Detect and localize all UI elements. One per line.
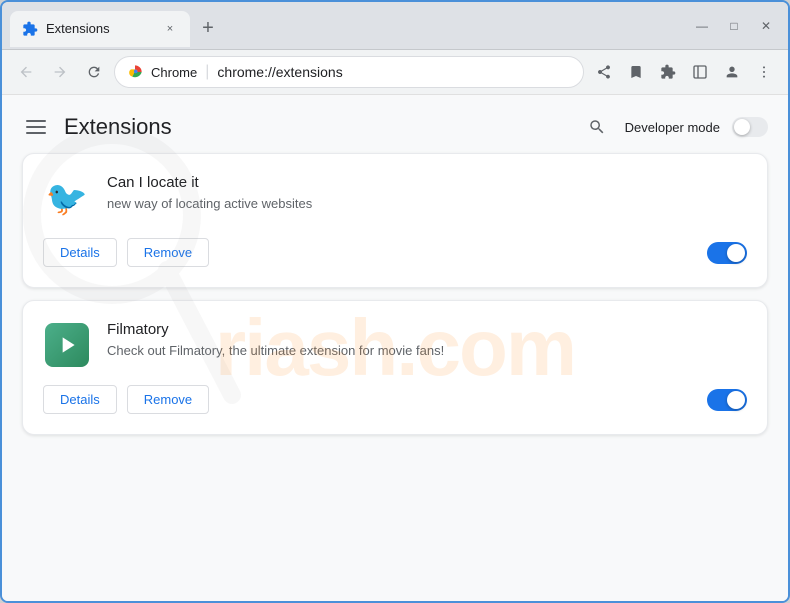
card-top-0: 🐦 Can I locate it new way of locating ac… [43, 174, 747, 222]
extensions-tab-icon [22, 21, 38, 37]
hamburger-line-3 [26, 132, 46, 134]
browser-name: Chrome [151, 65, 197, 80]
developer-mode-label: Developer mode [625, 120, 720, 135]
extensions-tab[interactable]: Extensions × [10, 11, 190, 47]
tab-title: Extensions [46, 21, 154, 36]
ext-toggle-knob-0 [727, 244, 745, 262]
extension-card-0: 🐦 Can I locate it new way of locating ac… [22, 153, 768, 288]
hamburger-line-1 [26, 120, 46, 122]
card-actions-0: Details Remove [43, 238, 209, 267]
minimize-button[interactable]: — [688, 12, 716, 40]
sidebar-button[interactable] [686, 58, 714, 86]
reload-button[interactable] [80, 58, 108, 86]
tab-strip: Extensions × + [10, 11, 688, 47]
ext-desc-1: Check out Filmatory, the ultimate extens… [107, 342, 747, 360]
ext-name-0: Can I locate it [107, 174, 747, 191]
new-tab-button[interactable]: + [194, 15, 222, 43]
header-right: Developer mode [581, 111, 768, 143]
filmatory-icon [45, 323, 89, 367]
chrome-logo-icon [127, 64, 143, 80]
ext-name-1: Filmatory [107, 321, 747, 338]
toolbar-icons [590, 58, 778, 86]
extensions-list: 🐦 Can I locate it new way of locating ac… [2, 153, 788, 455]
address-divider: | [205, 63, 209, 81]
toggle-knob [734, 119, 750, 135]
forward-button[interactable] [46, 58, 74, 86]
ext-toggle-1[interactable] [707, 389, 747, 411]
address-url: chrome://extensions [217, 64, 342, 80]
share-button[interactable] [590, 58, 618, 86]
header-left: Extensions [22, 114, 172, 140]
back-button[interactable] [12, 58, 40, 86]
hamburger-line-2 [26, 126, 46, 128]
address-bar-row: Chrome | chrome://extensions [2, 50, 788, 95]
menu-button[interactable] [750, 58, 778, 86]
page-content: riash.com Extensions Developer mode [2, 95, 788, 601]
browser-window: Extensions × + — □ ✕ Chr [0, 0, 790, 603]
tab-close-button[interactable]: × [162, 21, 178, 37]
details-button-0[interactable]: Details [43, 238, 117, 267]
remove-button-1[interactable]: Remove [127, 385, 209, 414]
extension-card-1: Filmatory Check out Filmatory, the ultim… [22, 300, 768, 435]
extensions-button[interactable] [654, 58, 682, 86]
card-bottom-1: Details Remove [43, 385, 747, 414]
search-button[interactable] [581, 111, 613, 143]
svg-text:🐦: 🐦 [46, 180, 88, 218]
maximize-button[interactable]: □ [720, 12, 748, 40]
address-box[interactable]: Chrome | chrome://extensions [114, 56, 584, 88]
page-title: Extensions [64, 114, 172, 140]
ext-desc-0: new way of locating active websites [107, 195, 747, 213]
title-bar: Extensions × + — □ ✕ [2, 2, 788, 50]
developer-mode-toggle[interactable] [732, 117, 768, 137]
bookmark-button[interactable] [622, 58, 650, 86]
card-top-1: Filmatory Check out Filmatory, the ultim… [43, 321, 747, 369]
remove-button-0[interactable]: Remove [127, 238, 209, 267]
card-actions-1: Details Remove [43, 385, 209, 414]
hamburger-menu[interactable] [22, 116, 50, 138]
card-bottom-0: Details Remove [43, 238, 747, 267]
extensions-header: Extensions Developer mode [2, 95, 788, 153]
ext-toggle-knob-1 [727, 391, 745, 409]
ext-info-0: Can I locate it new way of locating acti… [107, 174, 747, 213]
details-button-1[interactable]: Details [43, 385, 117, 414]
ext-toggle-0[interactable] [707, 242, 747, 264]
profile-button[interactable] [718, 58, 746, 86]
extension-icon-0: 🐦 [43, 174, 91, 222]
ext-info-1: Filmatory Check out Filmatory, the ultim… [107, 321, 747, 360]
extension-icon-1 [43, 321, 91, 369]
window-controls: — □ ✕ [688, 12, 780, 40]
close-button[interactable]: ✕ [752, 12, 780, 40]
